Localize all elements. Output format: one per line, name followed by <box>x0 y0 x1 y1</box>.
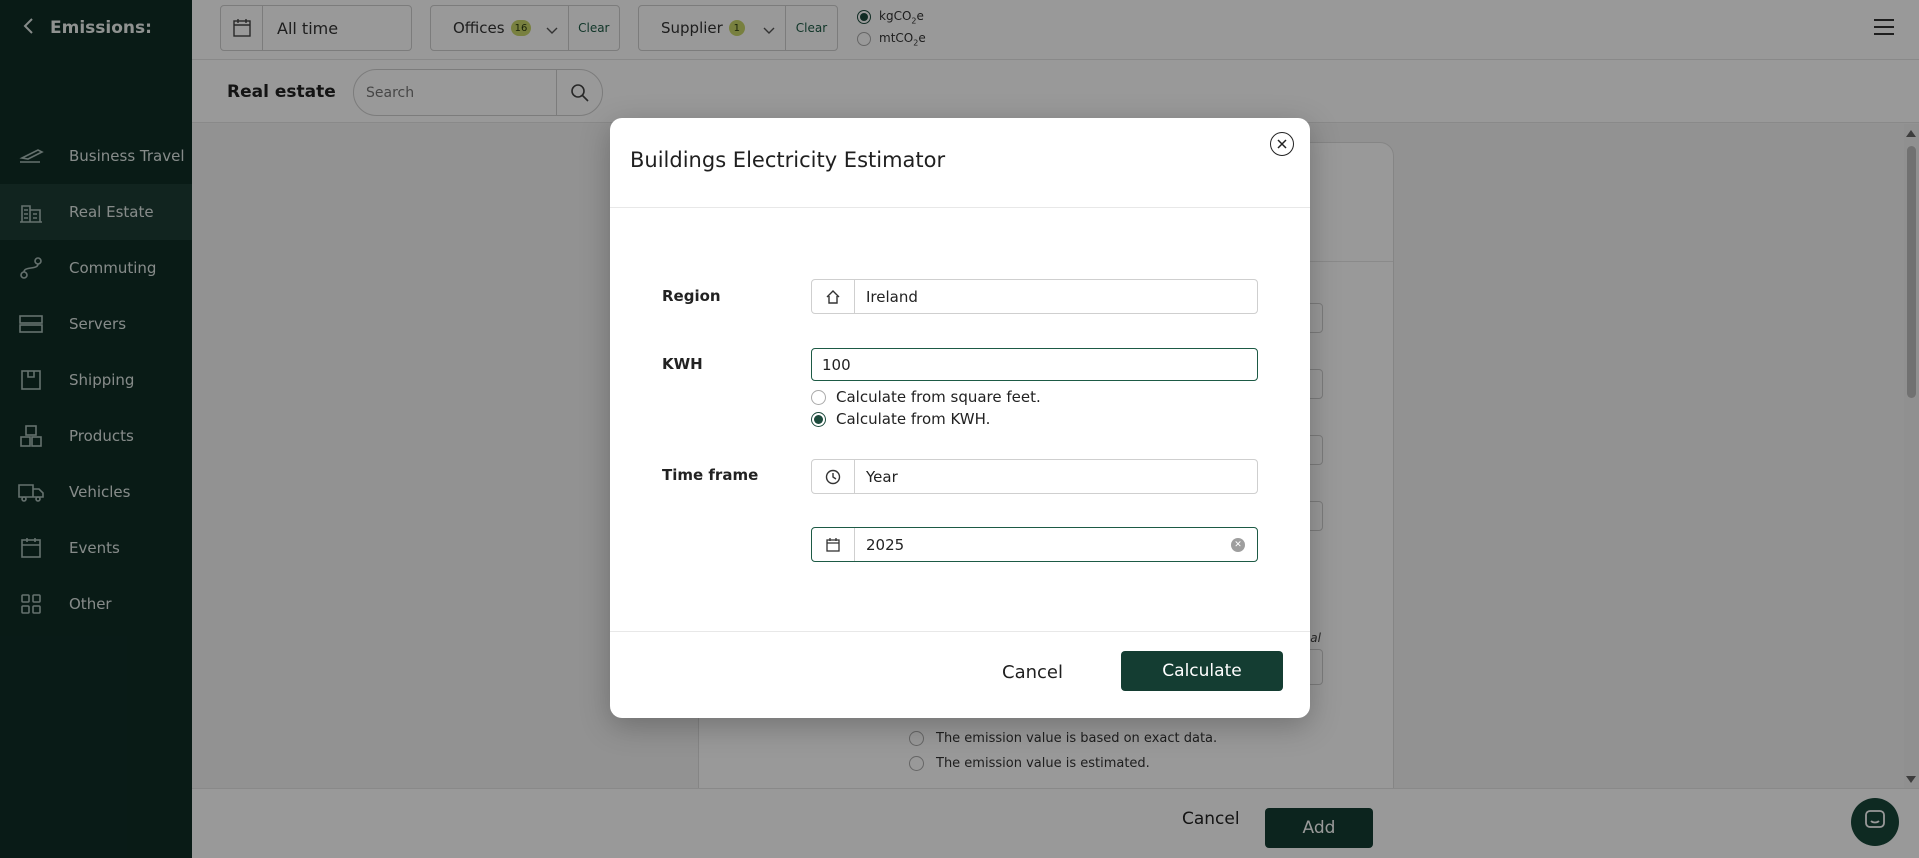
kwh-radio[interactable] <box>811 411 826 427</box>
calendar-icon <box>812 528 855 561</box>
region-value: Ireland <box>866 287 918 306</box>
electricity-estimator-modal: Buildings Electricity Estimator Region I… <box>610 118 1310 718</box>
modal-title: Buildings Electricity Estimator <box>630 148 946 172</box>
calc-from-kwh-option[interactable]: Calculate from KWH. <box>811 410 990 428</box>
kwh-label: KWH <box>662 355 703 373</box>
modal-header: Buildings Electricity Estimator <box>610 118 1310 208</box>
modal-cancel-button[interactable]: Cancel <box>1002 662 1063 683</box>
kwh-input[interactable] <box>811 348 1258 381</box>
timeframe-select[interactable]: Year <box>811 459 1258 494</box>
modal-footer: Cancel Calculate <box>610 631 1310 718</box>
year-value: 2025 <box>866 535 905 554</box>
calculate-button[interactable]: Calculate <box>1121 651 1283 691</box>
square-feet-radio[interactable] <box>811 389 826 405</box>
year-picker[interactable]: 2025 ✕ <box>811 527 1258 562</box>
timeframe-value: Year <box>866 467 898 486</box>
clock-icon <box>812 460 855 493</box>
close-icon[interactable] <box>1270 132 1294 156</box>
square-feet-label: Calculate from square feet. <box>836 388 1041 406</box>
kwh-option-label: Calculate from KWH. <box>836 410 991 428</box>
region-select[interactable]: Ireland <box>811 279 1258 314</box>
timeframe-label: Time frame <box>662 466 759 484</box>
calc-from-square-feet-option[interactable]: Calculate from square feet. <box>811 388 1041 406</box>
home-icon <box>812 280 855 313</box>
region-label: Region <box>662 287 721 305</box>
clear-year-icon[interactable]: ✕ <box>1231 538 1245 552</box>
